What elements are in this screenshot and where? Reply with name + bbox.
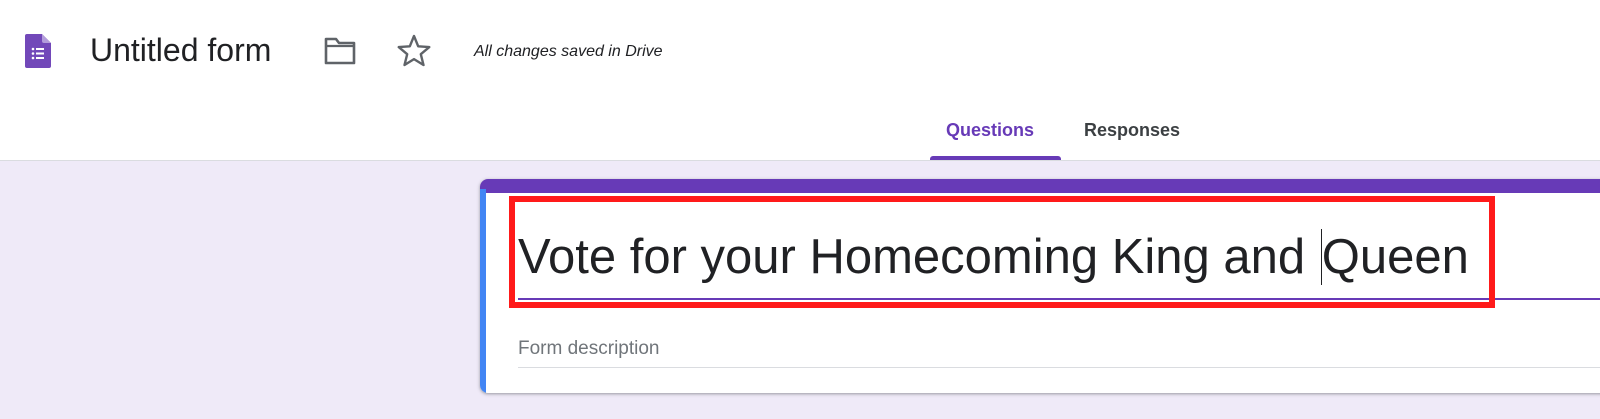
form-description-input[interactable]: Form description bbox=[518, 338, 660, 360]
form-editor-area: Vote for your Homecoming King and Queen … bbox=[0, 161, 1600, 419]
form-title[interactable]: Untitled form bbox=[90, 30, 271, 70]
folder-icon[interactable] bbox=[323, 36, 357, 66]
tab-questions[interactable]: Questions bbox=[946, 120, 1034, 141]
form-title-text-before-caret: Vote for your Homecoming King and bbox=[518, 230, 1319, 284]
page: Untitled form All changes saved in Drive… bbox=[0, 0, 1600, 419]
header: Untitled form All changes saved in Drive bbox=[0, 0, 1600, 104]
tab-bar: Questions Responses bbox=[0, 104, 1600, 160]
tab-responses[interactable]: Responses bbox=[1084, 120, 1180, 141]
form-description-underline bbox=[518, 367, 1600, 368]
save-status: All changes saved in Drive bbox=[474, 43, 663, 60]
form-title-text-after-caret: Queen bbox=[1321, 230, 1469, 284]
form-title-underline bbox=[518, 298, 1600, 300]
card-accent-bar bbox=[480, 179, 1600, 193]
form-header-card[interactable]: Vote for your Homecoming King and Queen … bbox=[480, 179, 1600, 393]
card-focus-bar bbox=[480, 189, 486, 393]
form-title-input[interactable]: Vote for your Homecoming King and Queen bbox=[518, 227, 1469, 287]
star-icon[interactable] bbox=[396, 33, 432, 69]
google-forms-icon[interactable] bbox=[25, 34, 51, 68]
